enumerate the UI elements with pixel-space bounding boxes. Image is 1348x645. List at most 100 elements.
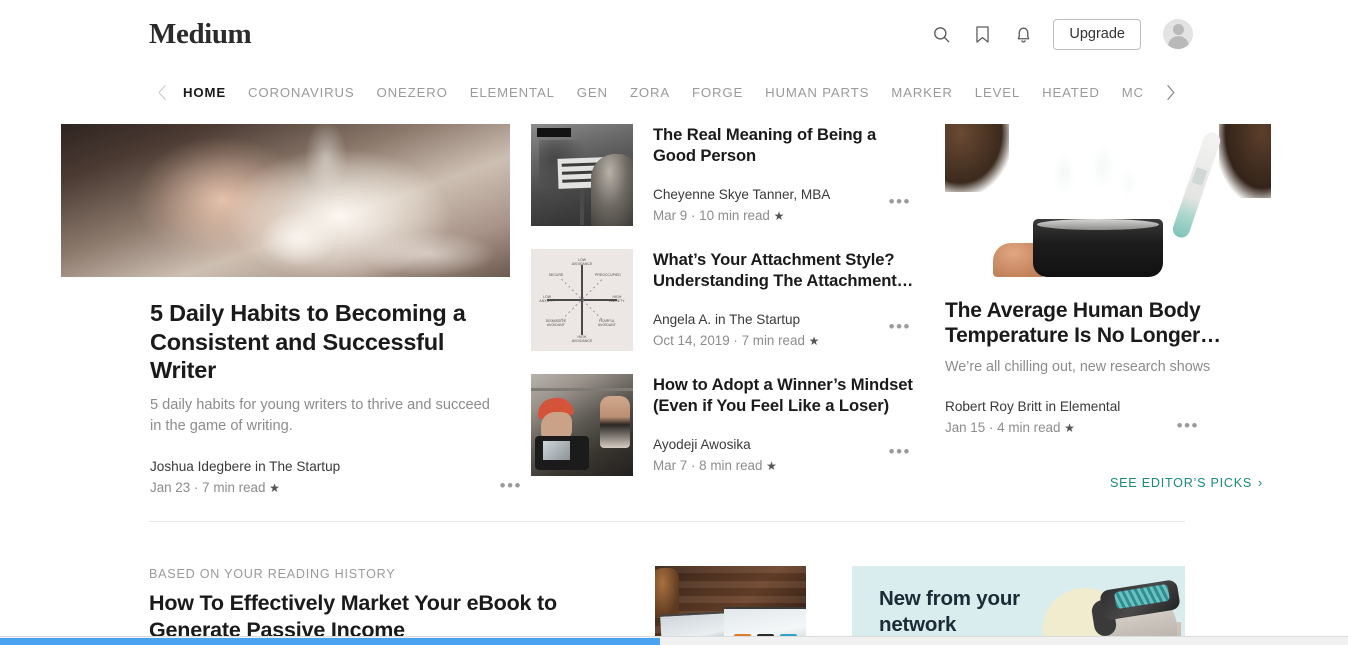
- category-nav: HOME CORONAVIRUS ONEZERO ELEMENTAL GEN Z…: [0, 76, 1348, 109]
- article-separator: ·: [733, 333, 738, 348]
- article-meta-line: Mar 7 · 8 min read ★: [653, 456, 921, 476]
- nav-item-level[interactable]: LEVEL: [964, 76, 1031, 109]
- feature-author[interactable]: Robert Roy Britt in Elemental: [945, 397, 1271, 417]
- article-thumbnail[interactable]: [531, 374, 633, 476]
- nav-item-mc[interactable]: MC: [1111, 76, 1155, 109]
- list-item-body: What’s Your Attachment Style? Understand…: [653, 249, 921, 374]
- article-date: Mar 9: [653, 208, 688, 223]
- bell-icon[interactable]: [1012, 23, 1034, 45]
- article-read-time: 10 min read: [699, 208, 770, 223]
- article-date: Mar 7: [653, 458, 688, 473]
- article-more-button[interactable]: •••: [889, 443, 911, 460]
- article-separator: ·: [690, 458, 696, 473]
- category-nav-items: HOME CORONAVIRUS ONEZERO ELEMENTAL GEN Z…: [152, 76, 1181, 109]
- nav-item-gen[interactable]: GEN: [566, 76, 619, 109]
- article-title[interactable]: What’s Your Attachment Style? Understand…: [653, 249, 921, 291]
- site-header: Medium Upgrade: [0, 0, 1348, 68]
- horizontal-scrollbar-thumb[interactable]: [0, 638, 660, 645]
- hero-article[interactable]: 5 Daily Habits to Becoming a Consistent …: [61, 124, 520, 498]
- reading-history-thumbnail[interactable]: [655, 566, 806, 645]
- hero-author[interactable]: Joshua Idegbere in The Startup: [150, 457, 522, 477]
- article-date: Oct 14, 2019: [653, 333, 730, 348]
- article-thumbnail[interactable]: LOW AVOIDANCE HIGH AVOIDANCE LOW ANXIETY…: [531, 249, 633, 351]
- article-author[interactable]: Cheyenne Skye Tanner, MBA: [653, 185, 921, 205]
- diagram-label-bottom-left: DISMISSIVE AVOIDANT: [545, 319, 567, 328]
- reading-history-article[interactable]: BASED ON YOUR READING HISTORY How To Eff…: [149, 566, 639, 643]
- middle-article-list: The Real Meaning of Being a Good Person …: [531, 124, 921, 499]
- article-title[interactable]: The Real Meaning of Being a Good Person: [653, 124, 921, 166]
- list-item-body: The Real Meaning of Being a Good Person …: [653, 124, 921, 249]
- nav-item-marker[interactable]: MARKER: [880, 76, 964, 109]
- article-separator: ·: [690, 208, 696, 223]
- chevron-left-icon[interactable]: [152, 83, 172, 103]
- nav-item-home[interactable]: HOME: [172, 76, 237, 109]
- new-from-your-network-card[interactable]: New from your network: [852, 566, 1185, 645]
- diagram-label-top: LOW AVOIDANCE: [571, 258, 593, 267]
- upgrade-button[interactable]: Upgrade: [1053, 18, 1141, 50]
- section-divider: [149, 521, 1185, 522]
- member-star-icon: ★: [1064, 421, 1075, 435]
- nav-item-elemental[interactable]: ELEMENTAL: [459, 76, 566, 109]
- article-author[interactable]: Angela A. in The Startup: [653, 310, 921, 330]
- diagram-label-top-left: SECURE: [548, 273, 564, 277]
- medium-homepage: Medium Upgrade HOME CORONAVIRUS ONEZERO …: [0, 0, 1348, 645]
- diagram-label-bottom-right: FEARFUL AVOIDANT: [598, 319, 616, 328]
- member-star-icon: ★: [773, 209, 785, 223]
- article-title[interactable]: How to Adopt a Winner’s Mindset (Even if…: [653, 374, 921, 416]
- list-item-body: How to Adopt a Winner’s Mindset (Even if…: [653, 374, 921, 499]
- hero-subtitle: 5 daily habits for young writers to thri…: [150, 396, 490, 434]
- list-item[interactable]: The Real Meaning of Being a Good Person …: [531, 124, 921, 249]
- avatar[interactable]: [1163, 19, 1193, 49]
- nav-item-onezero[interactable]: ONEZERO: [366, 76, 459, 109]
- medium-logo[interactable]: Medium: [149, 17, 252, 51]
- article-meta: Angela A. in The Startup Oct 14, 2019 · …: [653, 310, 921, 351]
- article-author[interactable]: Ayodeji Awosika: [653, 435, 921, 455]
- diagram-label-top-right: PREOCCUPIED: [595, 273, 621, 277]
- editors-picks-row: SEE EDITOR’S PICKS ›: [945, 474, 1271, 492]
- article-meta: Cheyenne Skye Tanner, MBA Mar 9 · 10 min…: [653, 185, 921, 226]
- see-editors-picks-link[interactable]: SEE EDITOR’S PICKS ›: [1110, 476, 1263, 490]
- hero-image[interactable]: [61, 124, 510, 277]
- hero-date: Jan 23: [150, 479, 191, 495]
- bookmark-icon[interactable]: [971, 23, 993, 45]
- nav-item-human-parts[interactable]: HUMAN PARTS: [754, 76, 880, 109]
- network-card-title: New from your network: [879, 587, 1020, 636]
- feature-meta: Robert Roy Britt in Elemental Jan 15 · 4…: [945, 397, 1271, 438]
- nav-item-heated[interactable]: HEATED: [1031, 76, 1111, 109]
- article-meta-line: Oct 14, 2019 · 7 min read ★: [653, 331, 921, 351]
- hero-meta: Joshua Idegbere in The Startup Jan 23 · …: [150, 457, 522, 498]
- feature-more-button[interactable]: •••: [1177, 417, 1199, 434]
- member-star-icon: ★: [269, 480, 280, 495]
- article-more-button[interactable]: •••: [889, 193, 911, 210]
- chevron-right-icon[interactable]: [1161, 83, 1181, 103]
- nav-item-coronavirus[interactable]: CORONAVIRUS: [237, 76, 366, 109]
- article-meta: Ayodeji Awosika Mar 7 · 8 min read ★ •••: [653, 435, 921, 476]
- hero-title[interactable]: 5 Daily Habits to Becoming a Consistent …: [150, 299, 480, 385]
- member-star-icon: ★: [808, 334, 820, 348]
- list-item[interactable]: LOW AVOIDANCE HIGH AVOIDANCE LOW ANXIETY…: [531, 249, 921, 374]
- feature-read-time: 4 min read: [997, 420, 1061, 435]
- feature-separator: ·: [988, 420, 994, 435]
- diagram-label-right: HIGH ANXIETY: [609, 295, 625, 304]
- see-editors-picks-label: SEE EDITOR’S PICKS: [1110, 476, 1253, 490]
- feature-image[interactable]: [945, 124, 1271, 277]
- reading-history-section: BASED ON YOUR READING HISTORY How To Eff…: [0, 566, 1348, 645]
- hero-separator: ·: [193, 479, 199, 495]
- feature-title[interactable]: The Average Human Body Temperature Is No…: [945, 298, 1245, 348]
- list-item[interactable]: How to Adopt a Winner’s Mindset (Even if…: [531, 374, 921, 499]
- chevron-right-icon: ›: [1258, 476, 1263, 490]
- horizontal-scrollbar[interactable]: [0, 636, 1348, 645]
- hero-meta-line: Jan 23 · 7 min read ★: [150, 478, 522, 498]
- nav-item-forge[interactable]: FORGE: [681, 76, 754, 109]
- nav-item-zora[interactable]: ZORA: [619, 76, 681, 109]
- article-meta-line: Mar 9 · 10 min read ★: [653, 206, 921, 226]
- feature-subtitle: We’re all chilling out, new research sho…: [945, 359, 1211, 375]
- article-thumbnail[interactable]: [531, 124, 633, 226]
- article-more-button[interactable]: •••: [889, 318, 911, 335]
- diagram-label-left: LOW ANXIETY: [539, 295, 555, 304]
- search-icon[interactable]: [930, 23, 952, 45]
- feature-meta-line: Jan 15 · 4 min read ★: [945, 418, 1271, 438]
- article-read-time: 7 min read: [741, 333, 805, 348]
- hero-more-button[interactable]: •••: [500, 477, 522, 494]
- hero-body: 5 Daily Habits to Becoming a Consistent …: [61, 299, 520, 498]
